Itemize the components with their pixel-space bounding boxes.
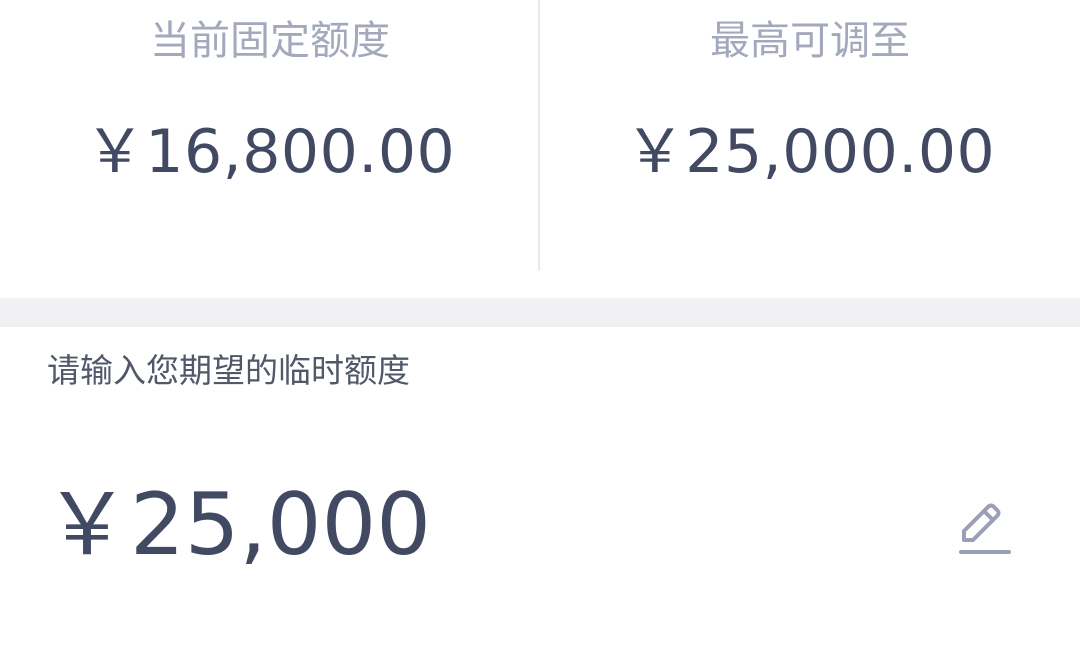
temp-limit-amount[interactable]: ￥25,000 bbox=[44, 475, 431, 575]
section-divider bbox=[0, 298, 1080, 327]
edit-amount-button[interactable] bbox=[956, 500, 1014, 558]
current-limit-amount: ￥16,800.00 bbox=[84, 117, 456, 187]
temp-limit-section: 请输入您期望的临时额度 ￥25,000 bbox=[0, 327, 1080, 649]
temp-limit-prompt: 请输入您期望的临时额度 bbox=[47, 351, 410, 390]
max-limit-amount: ￥25,000.00 bbox=[624, 117, 996, 187]
temp-limit-input[interactable]: ￥25,000 bbox=[44, 475, 1020, 575]
pencil-icon bbox=[959, 503, 1011, 554]
current-fixed-limit: 当前固定额度 ￥16,800.00 bbox=[0, 0, 540, 298]
limits-panel: 当前固定额度 ￥16,800.00 最高可调至 ￥25,000.00 bbox=[0, 0, 1080, 298]
current-limit-label: 当前固定额度 bbox=[150, 18, 390, 64]
max-limit-label: 最高可调至 bbox=[710, 18, 910, 64]
max-adjustable-limit: 最高可调至 ￥25,000.00 bbox=[540, 0, 1080, 298]
